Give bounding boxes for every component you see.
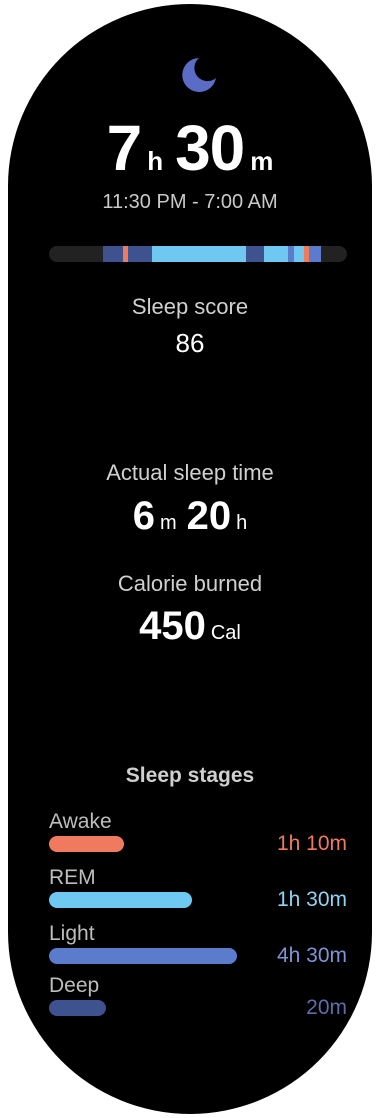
sleep-duration: 7 h 30 m [8,116,372,180]
actual-sleep-unit-1: m [159,512,177,534]
stage-deep: Deep 20m [49,974,347,1024]
stage-value: 20m [306,996,347,1019]
stage-rem: REM 1h 30m [49,866,347,916]
duration-hours-unit: h [147,146,164,176]
sleep-score-label: Sleep score [131,294,249,319]
timeline-seg-deep [128,246,152,262]
timeline-seg-rem [264,246,288,262]
stage-bar [49,1000,106,1016]
calorie-label: Calorie burned [117,571,263,596]
duration-minutes: 30 [175,112,245,184]
timeline-seg-rem [152,246,180,262]
stage-value: 1h 10m [276,832,347,855]
actual-sleep-value-2: 20 [186,494,232,538]
timeline-seg-deep [246,246,264,262]
calorie-number: 450 [139,604,206,648]
stage-name: REM [49,866,96,889]
stage-value: 4h 30m [276,944,347,967]
stage-value: 1h 30m [276,888,347,911]
stage-bar [49,836,124,852]
duration-hours: 7 [106,112,143,184]
stage-bar [49,892,192,908]
sleep-screen: 7 h 30 m 11:30 PM - 7:00 AM Sleep score 86 … [8,4,372,1114]
duration-minutes-unit: m [250,146,274,176]
sleep-score-value: 86 [175,328,205,358]
actual-sleep-unit-2: h [236,512,248,534]
actual-sleep-value: 6 m 20 h [8,496,372,536]
moon-icon [182,58,216,92]
sleep-timeline-bar [49,246,347,262]
stage-name: Light [49,922,95,945]
actual-sleep-label: Actual sleep time [106,460,274,485]
calorie-unit: Cal [210,622,241,644]
timeline-seg-light [180,246,246,262]
actual-sleep-value-1: 6 [132,494,155,538]
calorie-value: 450 Cal [8,606,372,646]
timeline-seg-light [309,246,321,262]
stage-light: Light 4h 30m [49,922,347,972]
timeline-seg-rem [294,246,304,262]
timeline-seg-deep [103,246,123,262]
stage-name: Awake [49,810,112,833]
time-range: 11:30 PM - 7:00 AM [102,191,278,213]
stage-awake: Awake 1h 10m [49,810,347,860]
stage-name: Deep [49,974,100,997]
sleep-stages-title: Sleep stages [125,764,255,787]
stage-bar [49,948,237,964]
